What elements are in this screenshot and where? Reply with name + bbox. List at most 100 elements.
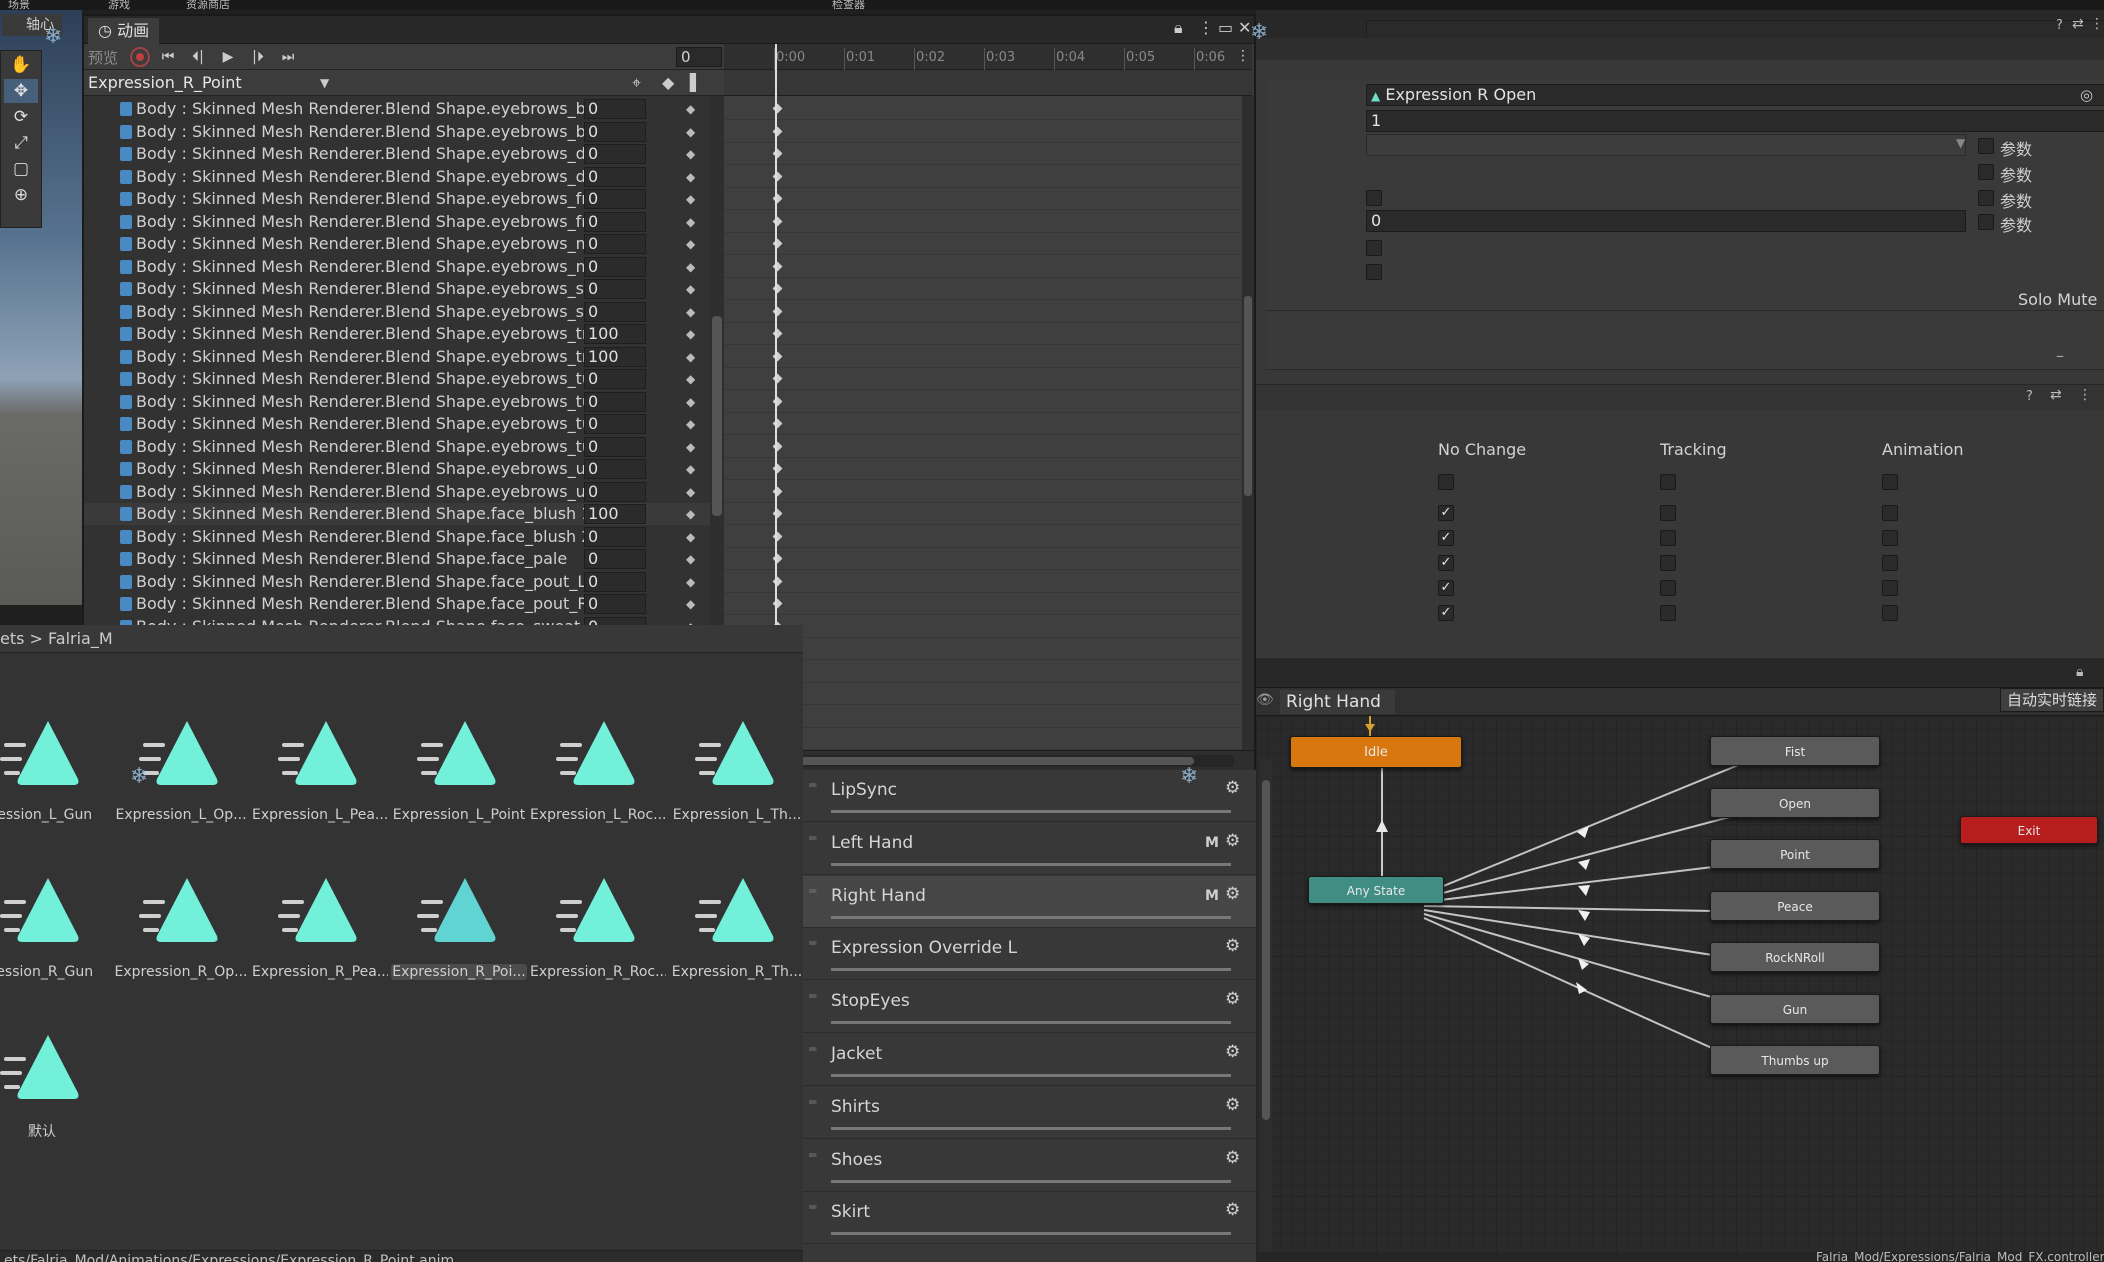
tracking-checkbox[interactable] <box>1660 605 1676 621</box>
keyframe-dot-icon[interactable]: ◆ <box>686 323 695 345</box>
layer-item[interactable]: ═ Shoes ⚙ <box>803 1140 1256 1192</box>
property-row[interactable]: Body : Skinned Mesh Renderer.Blend Shape… <box>84 256 724 278</box>
auto-live-link-button[interactable]: 自动实时链接 <box>1999 688 2104 712</box>
keyframe-dot-icon[interactable]: ◆ <box>686 458 695 480</box>
state-node[interactable]: Open <box>1710 787 1880 818</box>
drag-handle-icon[interactable]: ═ <box>809 1200 816 1214</box>
param-checkbox-4[interactable] <box>1978 214 1994 230</box>
state-machine-graph[interactable]: Idle Any State Exit Fist Open Point Peace Ro… <box>1256 716 2104 1262</box>
property-value[interactable]: 0 <box>584 369 646 389</box>
property-row[interactable]: Body : Skinned Mesh Renderer.Blend Shape… <box>84 571 724 593</box>
frame-input[interactable]: 0 <box>676 47 722 67</box>
no-change-checkbox[interactable]: ✓ <box>1438 505 1454 521</box>
kebab-menu-icon[interactable]: ⋮ <box>1236 48 1250 64</box>
tab-inspector[interactable]: 检查器 <box>832 0 865 12</box>
gear-icon[interactable]: ⚙ <box>1225 1095 1240 1115</box>
lock-icon[interactable]: 🔒︎ <box>1174 18 1183 38</box>
state-node[interactable]: Fist <box>1710 736 1880 766</box>
property-value[interactable]: 100 <box>584 504 646 524</box>
keyframe-dot-icon[interactable]: ◆ <box>686 233 695 255</box>
rotate-icon[interactable]: ⟳ <box>4 105 38 129</box>
asset-item[interactable]: Expression_R_Roc... <box>530 864 666 1014</box>
animation-checkbox[interactable] <box>1882 474 1898 490</box>
mirror-checkbox[interactable] <box>1366 190 1382 206</box>
property-row[interactable]: Body : Skinned Mesh Renderer.Blend Shape… <box>84 166 724 188</box>
kebab-menu-icon[interactable]: ⋮ <box>2078 387 2092 403</box>
transitions-list[interactable] <box>1266 310 2104 370</box>
property-row[interactable]: Body : Skinned Mesh Renderer.Blend Shape… <box>84 278 724 300</box>
animation-checkbox[interactable] <box>1882 530 1898 546</box>
scale-icon[interactable]: ⤢ <box>4 131 38 155</box>
no-change-checkbox[interactable]: ✓ <box>1438 555 1454 571</box>
property-value[interactable]: 0 <box>584 526 646 547</box>
target-icon[interactable]: ◎ <box>2080 86 2093 104</box>
property-value[interactable]: 100 <box>584 324 646 344</box>
asset-item[interactable]: Expression_R_Pea... <box>252 864 388 1014</box>
no-change-checkbox[interactable]: ✓ <box>1438 530 1454 546</box>
keyframe-dot-icon[interactable]: ◆ <box>686 121 695 143</box>
last-keyframe-icon[interactable]: ⏭ <box>276 47 300 67</box>
drag-handle-icon[interactable]: ═ <box>809 778 816 792</box>
asset-item[interactable]: Expression_L_Pea... <box>252 707 388 857</box>
keyframe-dot-icon[interactable]: ◆ <box>686 278 695 300</box>
keyframe-dot-icon[interactable]: ◆ <box>686 436 695 458</box>
property-value[interactable]: 0 <box>584 144 646 164</box>
keyframe-dot-icon[interactable]: ◆ <box>686 593 695 615</box>
property-row[interactable]: Body : Skinned Mesh Renderer.Blend Shape… <box>84 143 724 165</box>
property-row[interactable]: Body : Skinned Mesh Renderer.Blend Shape… <box>84 436 724 458</box>
property-value[interactable]: 0 <box>584 571 646 592</box>
next-keyframe-icon[interactable]: |⏵︎ <box>246 47 270 67</box>
layer-item[interactable]: ═ Left Hand M ⚙ <box>803 823 1256 875</box>
layer-item[interactable]: ═ Expression Override L ⚙ <box>803 928 1256 981</box>
param-checkbox-2[interactable] <box>1978 164 1994 180</box>
gear-icon[interactable]: ⚙ <box>1225 989 1240 1009</box>
animation-tab[interactable]: ◷ 动画 <box>88 18 160 44</box>
state-node[interactable]: Thumbs up <box>1710 1045 1880 1075</box>
property-value[interactable]: 0 <box>584 256 646 277</box>
kebab-menu-icon[interactable]: ⋮ <box>1198 18 1214 37</box>
gear-icon[interactable]: ⚙ <box>1225 1148 1240 1168</box>
property-row[interactable]: Body : Skinned Mesh Renderer.Blend Shape… <box>84 301 724 323</box>
tracking-checkbox[interactable] <box>1660 580 1676 596</box>
event-row[interactable] <box>724 70 1252 96</box>
keyframe-dot-icon[interactable]: ◆ <box>686 166 695 188</box>
drag-handle-icon[interactable]: ═ <box>809 884 816 898</box>
tracking-checkbox[interactable] <box>1660 555 1676 571</box>
state-exit[interactable]: Exit <box>1960 816 2098 844</box>
no-change-checkbox[interactable] <box>1438 474 1454 490</box>
keyframe-dot-icon[interactable]: ◆ <box>686 526 695 548</box>
animation-checkbox[interactable] <box>1882 555 1898 571</box>
keyframe-dot-icon[interactable]: ◆ <box>686 346 695 368</box>
property-value[interactable]: 0 <box>584 234 646 254</box>
property-row[interactable]: Body : Skinned Mesh Renderer.Blend Shape… <box>84 346 724 368</box>
project-breadcrumb[interactable]: ets > Falria_M <box>0 625 803 653</box>
keyframe-dot-icon[interactable]: ◆ <box>686 503 695 525</box>
state-node[interactable]: Gun <box>1710 993 1880 1024</box>
state-node[interactable]: RockNRoll <box>1710 942 1880 972</box>
lock-icon[interactable]: 🔒︎ <box>2076 664 2083 680</box>
help-icon[interactable]: ? <box>2026 389 2033 404</box>
asset-item[interactable]: ression_L_Gun <box>0 707 110 857</box>
dopesheet-scroll-thumb[interactable] <box>1244 296 1252 496</box>
move-icon[interactable]: ✥ <box>4 79 38 103</box>
property-value[interactable]: 0 <box>584 99 646 119</box>
preset-icon[interactable]: ⇄ <box>2050 387 2062 403</box>
property-row[interactable]: Body : Skinned Mesh Renderer.Blend Shape… <box>84 98 724 120</box>
tracking-checkbox[interactable] <box>1660 505 1676 521</box>
property-row[interactable]: Body : Skinned Mesh Renderer.Blend Shape… <box>84 548 724 570</box>
property-value[interactable]: 0 <box>584 279 646 299</box>
param-checkbox-1[interactable] <box>1978 138 1994 154</box>
no-change-checkbox[interactable]: ✓ <box>1438 605 1454 621</box>
maximize-icon[interactable]: ▭ <box>1218 18 1233 37</box>
property-value[interactable]: 0 <box>584 459 646 479</box>
speed-field[interactable]: 1 <box>1366 110 2104 132</box>
inspector-name-field[interactable] <box>1366 20 2104 40</box>
property-value[interactable]: 0 <box>584 594 646 614</box>
keyframe-dot-icon[interactable]: ◆ <box>686 481 695 503</box>
property-value[interactable]: 0 <box>584 211 646 232</box>
keyframe-dot-icon[interactable]: ◆ <box>686 413 695 435</box>
property-row[interactable]: Body : Skinned Mesh Renderer.Blend Shape… <box>84 368 724 390</box>
property-row[interactable]: Body : Skinned Mesh Renderer.Blend Shape… <box>84 593 724 615</box>
property-value[interactable]: 100 <box>584 346 646 367</box>
transform-icon[interactable]: ⊕ <box>4 183 38 207</box>
